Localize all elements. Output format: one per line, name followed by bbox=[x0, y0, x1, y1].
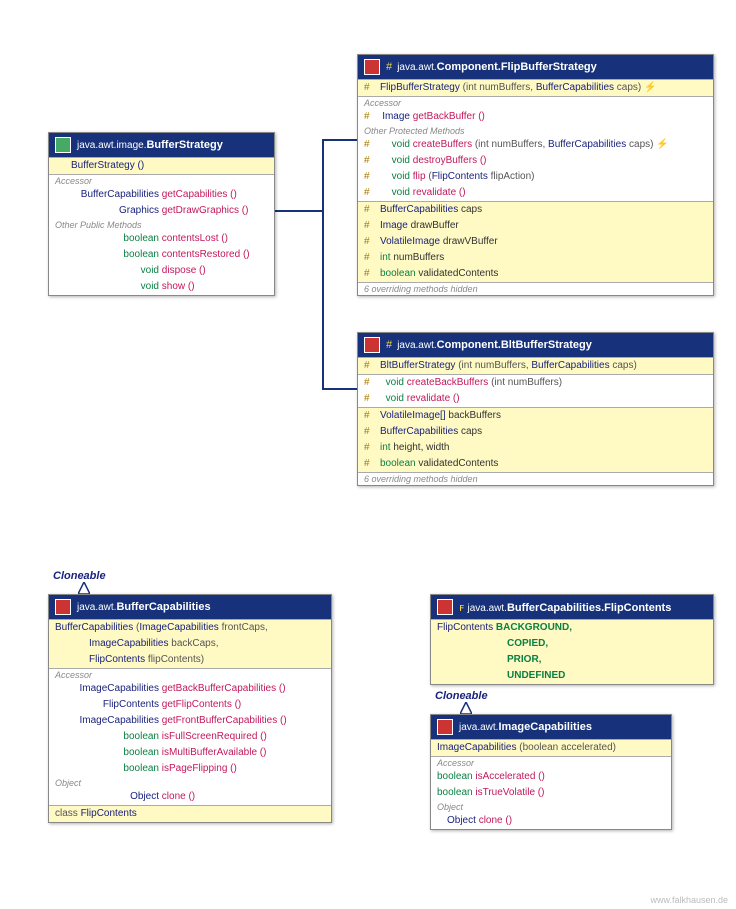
class-icon bbox=[55, 599, 71, 615]
class-flip-contents: ꜰ java.awt.BufferCapabilities.FlipConten… bbox=[430, 594, 714, 685]
class-icon bbox=[55, 137, 71, 153]
class-icon bbox=[364, 337, 380, 353]
footer-link[interactable]: www.falkhausen.de bbox=[650, 895, 728, 905]
class-blt-buffer-strategy: # java.awt.Component.BltBufferStrategy #… bbox=[357, 332, 714, 486]
title: # java.awt.Component.FlipBufferStrategy bbox=[358, 55, 713, 79]
class-flip-buffer-strategy: # java.awt.Component.FlipBufferStrategy … bbox=[357, 54, 714, 296]
interface-cloneable: Cloneable bbox=[435, 690, 488, 702]
connector bbox=[322, 388, 357, 390]
class-icon bbox=[364, 59, 380, 75]
class-image-capabilities: java.awt.ImageCapabilities ImageCapabili… bbox=[430, 714, 672, 830]
connector bbox=[322, 139, 357, 141]
connector bbox=[322, 139, 324, 389]
connector bbox=[273, 210, 323, 212]
class-buffer-capabilities: java.awt.BufferCapabilities BufferCapabi… bbox=[48, 594, 332, 823]
class-icon bbox=[437, 719, 453, 735]
interface-cloneable: Cloneable bbox=[53, 570, 106, 582]
class-buffer-strategy: java.awt.image.BufferStrategy BufferStra… bbox=[48, 132, 275, 296]
title: java.awt.image.BufferStrategy bbox=[49, 133, 274, 157]
class-icon bbox=[437, 599, 453, 615]
